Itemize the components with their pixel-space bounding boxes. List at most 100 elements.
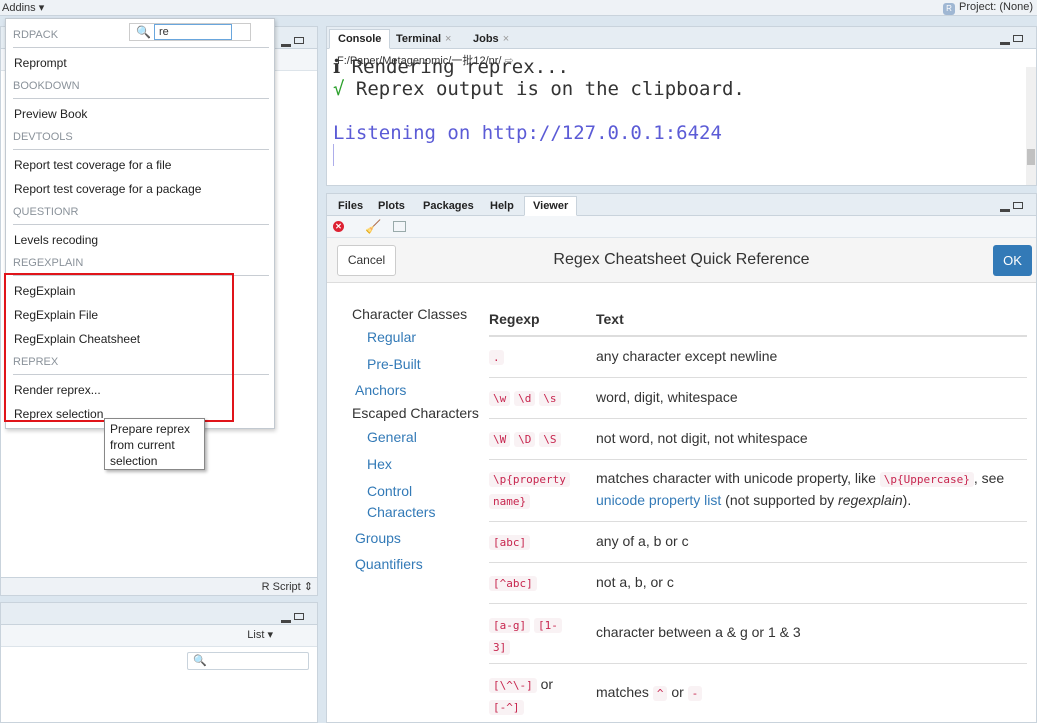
viewer-toolbar: ✕ 🧹 xyxy=(327,216,1036,238)
pane-window-controls[interactable] xyxy=(1000,200,1030,212)
table-row: \p{property name} matches character with … xyxy=(489,460,1027,522)
tab-viewer[interactable]: Viewer xyxy=(524,196,578,216)
table-row: \W \D \S not word, not digit, not whites… xyxy=(489,419,1027,460)
regex-code: - xyxy=(687,686,703,701)
description-text: (not supported by xyxy=(721,492,839,508)
console-line-listening: Listening on http://127.0.0.1:6424 xyxy=(333,122,722,144)
menu-divider xyxy=(13,47,269,48)
stop-icon[interactable]: ✕ xyxy=(333,221,344,232)
r-project-icon: R xyxy=(943,3,956,15)
tab-plots[interactable]: Plots xyxy=(369,196,414,216)
toc-link-characters[interactable]: Characters xyxy=(367,504,435,520)
file-type-select[interactable]: R Script ⇕ xyxy=(262,580,313,593)
menu-item-coverage-package[interactable]: Report test coverage for a package xyxy=(14,182,201,196)
tab-console[interactable]: Console xyxy=(329,29,391,49)
toc-link-control[interactable]: Control xyxy=(367,483,412,499)
tab-help[interactable]: Help xyxy=(481,196,523,216)
column-header-regexp: Regexp xyxy=(489,311,540,327)
tab-plots-label: Plots xyxy=(378,200,405,212)
maximize-icon[interactable] xyxy=(294,613,304,620)
tab-packages[interactable]: Packages xyxy=(414,196,483,216)
close-icon[interactable]: × xyxy=(503,33,509,45)
search-icon: 🔍 xyxy=(193,655,207,667)
toc-link-regular[interactable]: Regular xyxy=(367,329,416,345)
maximize-icon[interactable] xyxy=(1013,35,1023,42)
regex-code: \W xyxy=(489,432,511,447)
regex-code: name} xyxy=(489,494,531,509)
check-icon: √ xyxy=(333,78,345,100)
console-tabs: Console Terminal × Jobs × xyxy=(327,27,1036,49)
addins-search-input[interactable]: re xyxy=(154,24,232,40)
table-row: [\^\-] or [-^] matches ^ or - xyxy=(489,664,1027,723)
tab-console-label: Console xyxy=(338,33,382,45)
table-row: [^abc] not a, b, or c xyxy=(489,563,1027,604)
menu-divider xyxy=(13,149,269,150)
section-regexplain: REGEXPLAIN xyxy=(13,257,84,269)
table-row: . any character except newline xyxy=(489,337,1027,378)
ok-button[interactable]: OK xyxy=(993,245,1032,276)
list-view-select[interactable]: List ▾ xyxy=(247,628,273,641)
regex-code: [1- xyxy=(534,618,562,633)
scrollbar-thumb[interactable] xyxy=(1027,149,1035,165)
gadget-header: Cancel Regex Cheatsheet Quick Reference … xyxy=(327,238,1036,283)
or-text: or xyxy=(540,676,554,692)
regex-code: \D xyxy=(514,432,536,447)
maximize-icon[interactable] xyxy=(294,37,304,44)
toc-heading-character-classes: Character Classes xyxy=(352,306,468,322)
environment-search-input[interactable]: 🔍 xyxy=(187,652,309,670)
regex-description: word, digit, whitespace xyxy=(596,389,738,405)
minimize-icon[interactable] xyxy=(281,44,291,47)
regex-description: matches ^ or - xyxy=(596,684,1027,701)
unicode-property-list-link[interactable]: unicode property list xyxy=(596,492,721,508)
addins-search[interactable]: 🔍 re xyxy=(129,23,251,41)
close-icon[interactable]: × xyxy=(445,33,451,45)
minimize-icon[interactable] xyxy=(1000,209,1010,212)
project-label: Project: (None) xyxy=(959,1,1033,13)
toc-link-pre-built[interactable]: Pre-Built xyxy=(367,356,421,372)
tab-jobs[interactable]: Jobs × xyxy=(464,29,518,49)
popout-icon[interactable] xyxy=(393,221,406,232)
highlight-box xyxy=(4,273,234,422)
viewer-tabs: Files Plots Packages Help Viewer xyxy=(327,194,1036,216)
console-line-clipboard-text: Reprex output is on the clipboard. xyxy=(344,78,745,100)
toc-link-general[interactable]: General xyxy=(367,429,417,445)
description-text: or xyxy=(667,684,688,700)
tab-terminal[interactable]: Terminal × xyxy=(387,29,460,49)
minimize-icon[interactable] xyxy=(1000,42,1010,45)
regex-description: character between a & g or 1 & 3 xyxy=(596,624,801,640)
environment-pane: List ▾ 🔍 xyxy=(0,602,318,723)
pane-window-controls[interactable] xyxy=(281,33,311,47)
tab-files-label: Files xyxy=(338,200,364,212)
toc-link-quantifiers[interactable]: Quantifiers xyxy=(355,556,423,572)
menu-item-levels-recoding[interactable]: Levels recoding xyxy=(14,233,98,247)
addins-menu-button[interactable]: Addins ▾ xyxy=(2,1,44,14)
console-scrollbar[interactable] xyxy=(1026,67,1036,185)
console-prompt[interactable] xyxy=(333,144,334,166)
tab-files[interactable]: Files xyxy=(329,196,372,216)
menu-item-preview-book[interactable]: Preview Book xyxy=(14,107,87,121)
minimize-icon[interactable] xyxy=(281,620,291,623)
maximize-icon[interactable] xyxy=(1013,202,1023,209)
tab-packages-label: Packages xyxy=(423,200,474,212)
regex-description: not word, not digit, not whitespace xyxy=(596,430,808,446)
menu-item-coverage-file[interactable]: Report test coverage for a file xyxy=(14,158,171,172)
section-bookdown: BOOKDOWN xyxy=(13,80,80,92)
tab-viewer-label: Viewer xyxy=(533,200,569,212)
regex-code: \p{Uppercase} xyxy=(879,472,974,487)
tab-help-label: Help xyxy=(490,200,514,212)
console-pane: Console Terminal × Jobs × F:/Paper/Metagen… xyxy=(326,26,1037,186)
clear-viewer-icon[interactable]: 🧹 xyxy=(365,219,381,235)
environment-toolbar: List ▾ xyxy=(1,625,317,647)
toc-link-anchors[interactable]: Anchors xyxy=(355,382,406,398)
pane-window-controls[interactable] xyxy=(1000,33,1030,45)
menu-item-reprompt[interactable]: Reprompt xyxy=(14,56,67,70)
regex-description: matches character with unicode property,… xyxy=(596,468,1027,510)
toc-link-hex[interactable]: Hex xyxy=(367,456,392,472)
project-menu[interactable]: R Project: (None) xyxy=(943,1,1033,15)
regex-code: ^ xyxy=(652,686,668,701)
console-output: ℹ Rendering reprex... √ Reprex output is… xyxy=(333,56,745,166)
regex-code: [\^\-] xyxy=(489,678,537,693)
toc-link-groups[interactable]: Groups xyxy=(355,530,401,546)
regex-code: 3] xyxy=(489,640,511,655)
pane-window-controls[interactable] xyxy=(281,609,311,623)
